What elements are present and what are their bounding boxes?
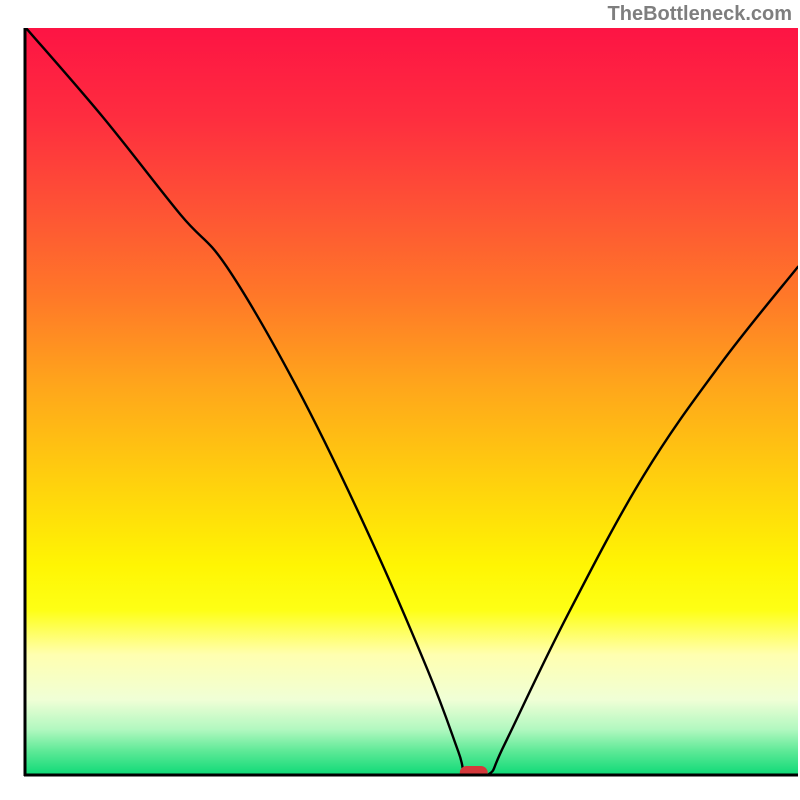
attribution-label: TheBottleneck.com (608, 3, 792, 26)
bottleneck-chart (0, 0, 800, 800)
chart-container: TheBottleneck.com (0, 0, 800, 800)
gradient-background (26, 28, 798, 774)
optimal-point-marker (460, 766, 488, 780)
